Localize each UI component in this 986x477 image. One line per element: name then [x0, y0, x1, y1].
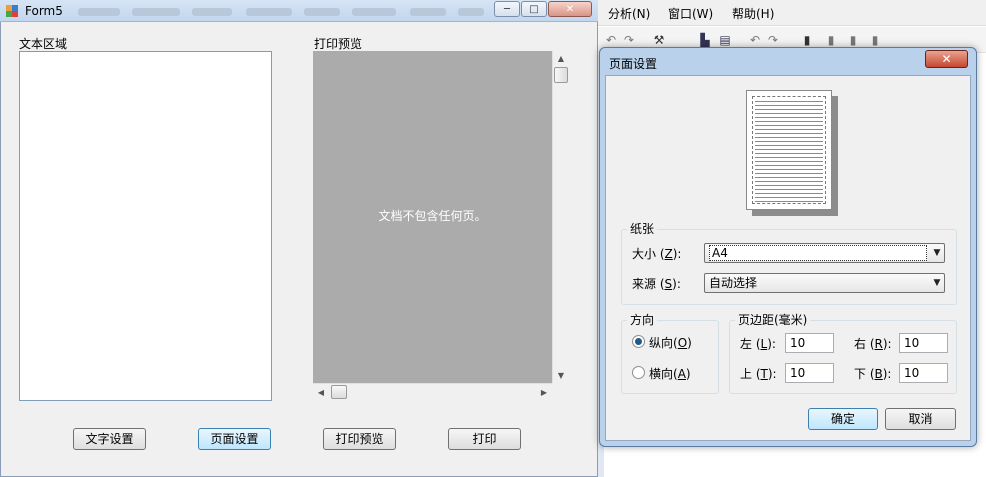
- menu-window[interactable]: 窗口(W): [668, 5, 713, 22]
- cancel-button[interactable]: 取消: [885, 408, 956, 430]
- preview-vertical-scrollbar[interactable]: [552, 51, 569, 383]
- maximize-button[interactable]: □: [521, 1, 547, 17]
- ok-button[interactable]: 确定: [808, 408, 878, 430]
- scroll-down-icon[interactable]: ▼: [554, 370, 568, 380]
- bookmark-next-icon[interactable]: ▮: [846, 33, 860, 47]
- align-icon[interactable]: ▙: [698, 33, 712, 47]
- landscape-label[interactable]: 横向(A): [649, 365, 691, 382]
- orientation-group: [621, 320, 719, 394]
- margin-bottom-input[interactable]: 10: [899, 363, 948, 383]
- margin-top-label: 上 (T):: [740, 367, 777, 381]
- background-menubar: [598, 0, 986, 26]
- margin-left-input[interactable]: 10: [785, 333, 834, 353]
- title-blur: [132, 8, 180, 16]
- paper-size-label: 大小 (Z):: [632, 247, 682, 261]
- paper-size-select[interactable]: A4: [704, 243, 945, 263]
- scroll-up-icon[interactable]: ▲: [554, 53, 568, 63]
- bookmark-clear-icon[interactable]: ▮: [868, 33, 882, 47]
- margin-right-input[interactable]: 10: [899, 333, 948, 353]
- text-area[interactable]: [19, 51, 272, 401]
- preview-empty-message: 文档不包含任何页。: [378, 209, 487, 223]
- chevron-down-icon[interactable]: ▼: [930, 274, 944, 292]
- margins-group-label: 页边距(毫米): [735, 311, 811, 328]
- orientation-group-label: 方向: [627, 311, 658, 328]
- margin-left-label: 左 (L):: [740, 337, 776, 351]
- page-setup-button[interactable]: 页面设置: [198, 428, 271, 450]
- scroll-left-icon[interactable]: ◀: [315, 386, 327, 398]
- paper-source-select[interactable]: 自动选择: [704, 273, 945, 293]
- redo-icon[interactable]: ↷: [622, 33, 636, 47]
- layout-icon[interactable]: ▤: [718, 33, 732, 47]
- bookmark-icon[interactable]: ▮: [800, 33, 814, 47]
- close-button[interactable]: ✕: [548, 1, 592, 17]
- title-blur: [352, 8, 396, 16]
- minimize-button[interactable]: ─: [494, 1, 520, 17]
- undo2-icon[interactable]: ↶: [748, 33, 762, 47]
- print-button[interactable]: 打印: [448, 428, 521, 450]
- portrait-label[interactable]: 纵向(O): [649, 334, 692, 351]
- paper-source-value: 自动选择: [709, 276, 758, 290]
- title-blur: [410, 8, 446, 16]
- font-settings-button[interactable]: 文字设置: [73, 428, 146, 450]
- menu-help[interactable]: 帮助(H): [732, 5, 774, 22]
- title-blur: [192, 8, 232, 16]
- print-preview-button[interactable]: 打印预览: [323, 428, 396, 450]
- paper-group: [621, 229, 957, 305]
- scroll-right-icon[interactable]: ▶: [538, 386, 550, 398]
- page-preview-margins: [752, 96, 826, 204]
- title-blur: [78, 8, 120, 16]
- app-icon: [5, 4, 19, 18]
- title-blur: [458, 8, 484, 16]
- vertical-scroll-thumb[interactable]: [554, 67, 568, 83]
- chevron-down-icon[interactable]: ▼: [930, 244, 944, 262]
- format-icon[interactable]: ⚒: [652, 33, 666, 47]
- redo2-icon[interactable]: ↷: [766, 33, 780, 47]
- title-blur: [246, 8, 292, 16]
- title-blur: [304, 8, 340, 16]
- margin-bottom-label: 下 (B):: [854, 367, 892, 381]
- text-area-label: 文本区域: [19, 37, 68, 51]
- margin-right-label: 右 (R):: [854, 337, 892, 351]
- dialog-title: 页面设置: [609, 57, 658, 71]
- form5-title: Form5: [25, 4, 63, 18]
- menu-analyze[interactable]: 分析(N): [608, 5, 650, 22]
- undo-icon[interactable]: ↶: [604, 33, 618, 47]
- preview-horizontal-scrollbar[interactable]: [313, 383, 552, 400]
- horizontal-scroll-thumb[interactable]: [331, 385, 347, 399]
- paper-size-value: A4: [709, 245, 927, 261]
- paper-group-label: 纸张: [627, 220, 658, 237]
- radio-selected-dot: [635, 338, 642, 345]
- bookmark-prev-icon[interactable]: ▮: [824, 33, 838, 47]
- dialog-close-button[interactable]: ✕: [925, 50, 968, 68]
- paper-source-label: 来源 (S):: [632, 277, 681, 291]
- landscape-radio[interactable]: [632, 366, 645, 379]
- margin-top-input[interactable]: 10: [785, 363, 834, 383]
- preview-label: 打印预览: [314, 37, 363, 51]
- portrait-radio[interactable]: [632, 335, 645, 348]
